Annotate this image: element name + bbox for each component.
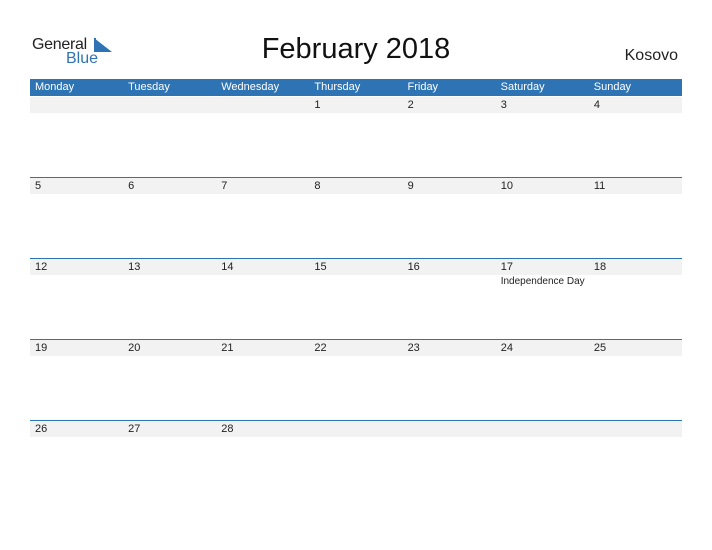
day-number: 12: [35, 261, 48, 273]
day-cell: 27: [123, 420, 216, 501]
day-number: 23: [407, 342, 420, 354]
day-cell: [403, 420, 496, 501]
day-number: 5: [35, 180, 42, 192]
day-cell: 22: [309, 339, 402, 420]
day-cell: 10: [496, 177, 589, 258]
day-cell: 11: [589, 177, 682, 258]
week-row: 12 13 14 15 16 17 Independence Day 18: [30, 258, 682, 339]
day-number: 22: [314, 342, 327, 354]
day-number: 10: [500, 180, 513, 192]
day-cell: 28: [216, 420, 309, 501]
day-number: 2: [407, 99, 414, 111]
day-cell: 9: [403, 177, 496, 258]
day-number: 20: [128, 342, 141, 354]
day-cell: 23: [403, 339, 496, 420]
day-number: 17: [500, 261, 513, 273]
weekday-wednesday: Wednesday: [221, 81, 280, 93]
day-cell: 24: [496, 339, 589, 420]
day-number: 1: [314, 99, 321, 111]
week-row: 19 20 21 22 23 24 25: [30, 339, 682, 420]
day-cell: [496, 420, 589, 501]
week-row: 1 2 3 4: [30, 96, 682, 177]
day-cell: 4: [589, 96, 682, 177]
day-cell: [589, 420, 682, 501]
weekday-saturday: Saturday: [500, 81, 545, 93]
day-cell: 15: [309, 258, 402, 339]
day-cell: 13: [123, 258, 216, 339]
day-cell: [309, 420, 402, 501]
day-cell: 25: [589, 339, 682, 420]
day-number: 19: [35, 342, 48, 354]
day-cell: 26: [30, 420, 123, 501]
day-number: 21: [221, 342, 234, 354]
day-number: 6: [128, 180, 135, 192]
day-cell: 2: [403, 96, 496, 177]
day-cell: 19: [30, 339, 123, 420]
day-number: 15: [314, 261, 327, 273]
day-cell: 1: [309, 96, 402, 177]
day-cell: 14: [216, 258, 309, 339]
day-cell: [216, 96, 309, 177]
week-row: 5 6 7 8 9 10 11: [30, 177, 682, 258]
weekday-monday: Monday: [35, 81, 75, 93]
day-cell: 12: [30, 258, 123, 339]
day-cell: 17 Independence Day: [496, 258, 589, 339]
day-cell: 16: [403, 258, 496, 339]
day-number: 18: [593, 261, 607, 273]
day-number: 9: [407, 180, 414, 192]
day-cell: [123, 96, 216, 177]
day-number: 14: [221, 261, 234, 273]
weekday-header: Monday Tuesday Wednesday Thursday Friday…: [30, 79, 682, 96]
day-cell: 21: [216, 339, 309, 420]
day-number: 27: [128, 423, 141, 435]
day-number: 11: [593, 180, 606, 192]
day-number: 28: [221, 423, 234, 435]
day-cell: 8: [309, 177, 402, 258]
day-number: 3: [500, 99, 507, 111]
weekday-friday: Friday: [407, 81, 439, 93]
weekday-thursday: Thursday: [314, 81, 361, 93]
day-cell: 5: [30, 177, 123, 258]
day-cell: [30, 96, 123, 177]
day-number: 25: [593, 342, 607, 354]
day-number: 26: [35, 423, 48, 435]
day-number: 4: [593, 99, 600, 111]
day-number: 8: [314, 180, 321, 192]
holiday-label: Independence Day: [500, 276, 585, 287]
day-number: 7: [221, 180, 228, 192]
day-cell: 6: [123, 177, 216, 258]
day-cell: 20: [123, 339, 216, 420]
weekday-sunday: Sunday: [593, 81, 632, 93]
day-cell: 3: [496, 96, 589, 177]
day-number: 16: [407, 261, 420, 273]
calendar-title: February 2018: [261, 33, 451, 65]
day-number: 13: [128, 261, 141, 273]
weekday-tuesday: Tuesday: [128, 81, 170, 93]
day-number: 24: [500, 342, 513, 354]
day-cell: 18: [589, 258, 682, 339]
country-label: Kosovo: [624, 47, 678, 64]
week-row: 26 27 28: [30, 420, 682, 501]
day-cell: 7: [216, 177, 309, 258]
